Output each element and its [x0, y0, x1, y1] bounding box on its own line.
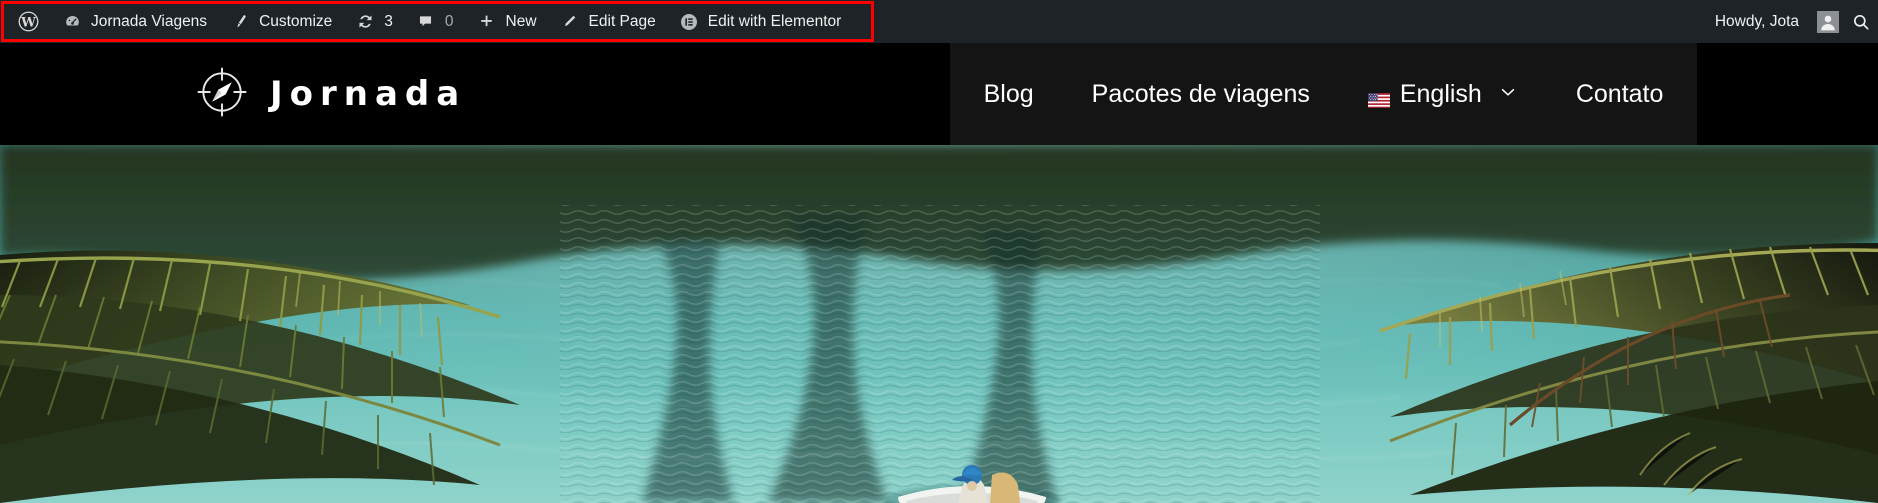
admin-bar-item-updates[interactable]: 3 — [343, 0, 404, 43]
admin-bar-item-site-name[interactable]: Jornada Viagens — [50, 0, 218, 43]
admin-bar-label-edit-with-elementor: Edit with Elementor — [707, 12, 842, 30]
wp-admin-bar: W Jornada Viagens Customize 3 0 New Edit… — [0, 0, 1878, 43]
primary-navigation: Blog Pacotes de viagens English Contato — [950, 43, 1697, 145]
admin-bar-label-edit-page: Edit Page — [588, 12, 656, 30]
wordpress-logo-menu[interactable]: W — [6, 0, 50, 43]
svg-text:W: W — [20, 15, 36, 30]
admin-bar-label-comments-count: 0 — [444, 12, 454, 30]
search-icon — [1850, 11, 1872, 33]
nav-label-blog: Blog — [983, 79, 1034, 108]
brush-icon — [229, 11, 251, 33]
nav-item-pacotes-de-viagens[interactable]: Pacotes de viagens — [1063, 79, 1339, 108]
us-flag-icon — [1367, 88, 1390, 108]
nav-item-contato[interactable]: Contato — [1547, 79, 1693, 108]
nav-item-blog[interactable]: Blog — [955, 79, 1063, 108]
user-avatar-icon — [1817, 10, 1839, 33]
nav-item-language-switcher[interactable]: English — [1339, 79, 1547, 108]
nav-label-pacotes: Pacotes de viagens — [1091, 79, 1310, 108]
plus-icon — [476, 11, 498, 33]
update-icon — [354, 11, 376, 33]
admin-bar-left-group: W Jornada Viagens Customize 3 0 New Edit… — [0, 0, 852, 43]
admin-bar-item-new-content[interactable]: New — [465, 0, 548, 43]
admin-bar-right-group: Howdy, Jota — [1704, 0, 1878, 43]
pencil-icon — [559, 11, 581, 33]
wordpress-logo-icon: W — [17, 11, 39, 33]
admin-bar-item-edit-with-elementor[interactable]: Edit with Elementor — [667, 0, 853, 43]
dashboard-icon — [61, 11, 83, 33]
chevron-down-icon — [1498, 82, 1518, 107]
admin-bar-label-new-content: New — [505, 12, 537, 30]
compass-icon — [196, 66, 248, 123]
nav-label-contato: Contato — [1575, 79, 1664, 108]
hero-banner-image — [0, 145, 1878, 503]
admin-bar-label-updates-count: 3 — [384, 12, 393, 30]
admin-bar-item-edit-page[interactable]: Edit Page — [548, 0, 667, 43]
admin-bar-item-search[interactable] — [1850, 0, 1872, 43]
nav-label-language: English — [1399, 79, 1482, 108]
elementor-icon — [678, 11, 700, 33]
admin-bar-label-site-name: Jornada Viagens — [91, 12, 208, 30]
comment-icon — [415, 11, 437, 33]
admin-bar-item-my-account[interactable]: Howdy, Jota — [1704, 0, 1850, 43]
admin-bar-label-customize: Customize — [259, 12, 333, 30]
admin-bar-item-customize[interactable]: Customize — [218, 0, 343, 43]
howdy-label: Howdy, Jota — [1714, 12, 1799, 30]
admin-bar-item-comments[interactable]: 0 — [404, 0, 465, 43]
site-logo-link[interactable]: Jornada — [196, 43, 466, 145]
site-title: Jornada — [270, 74, 467, 114]
site-header: Jornada Blog Pacotes de viagens English … — [0, 43, 1878, 145]
